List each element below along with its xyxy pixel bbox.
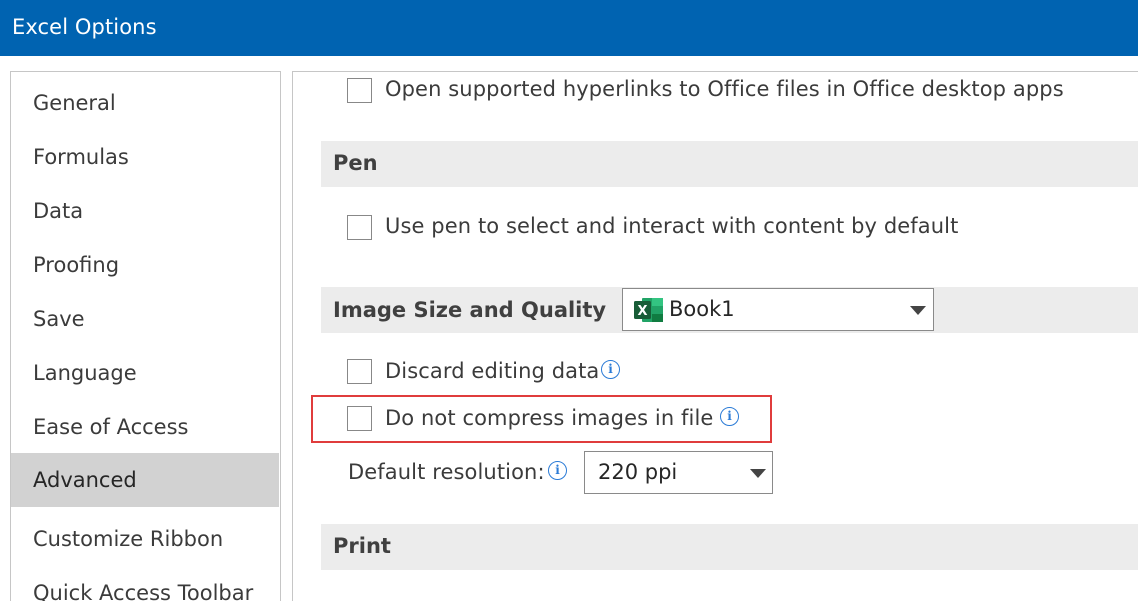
hyperlinks-option-label: Open supported hyperlinks to Office file… <box>385 77 1064 101</box>
sidebar-item-language[interactable]: Language <box>11 346 279 400</box>
window-title: Excel Options <box>12 15 157 39</box>
print-section-header: Print <box>321 524 1138 570</box>
sidebar-item-data[interactable]: Data <box>11 184 279 238</box>
pen-checkbox[interactable] <box>347 215 372 240</box>
sidebar-item-customize-ribbon[interactable]: Customize Ribbon <box>11 512 279 566</box>
info-icon[interactable]: i <box>601 360 620 379</box>
workbook-dropdown[interactable]: X Book1 <box>622 288 934 331</box>
sidebar-item-advanced[interactable]: Advanced <box>11 453 279 507</box>
title-bar: Excel Options <box>0 0 1138 56</box>
svg-text:X: X <box>637 304 647 319</box>
image-size-section-header: Image Size and Quality X Book1 <box>321 287 1138 333</box>
pen-section-title: Pen <box>333 151 378 175</box>
options-sidebar: General Formulas Data Proofing Save Lang… <box>10 71 281 601</box>
sidebar-item-proofing[interactable]: Proofing <box>11 238 279 292</box>
chevron-down-icon <box>750 469 766 478</box>
info-icon[interactable]: i <box>720 407 739 426</box>
print-section-title: Print <box>333 534 391 558</box>
sidebar-item-ease-of-access[interactable]: Ease of Access <box>11 400 279 454</box>
default-resolution-label: Default resolution: <box>348 460 545 484</box>
advanced-options-panel: Open supported hyperlinks to Office file… <box>292 71 1138 601</box>
pen-option-label: Use pen to select and interact with cont… <box>385 214 959 238</box>
sidebar-item-general[interactable]: General <box>11 76 279 130</box>
no-compress-label: Do not compress images in file <box>385 406 714 430</box>
info-icon[interactable]: i <box>548 461 567 480</box>
no-compress-checkbox[interactable] <box>347 406 372 431</box>
resolution-dropdown[interactable]: 220 ppi <box>584 451 773 494</box>
pen-section-header: Pen <box>321 141 1138 187</box>
sidebar-item-quick-access-toolbar[interactable]: Quick Access Toolbar <box>11 566 279 601</box>
workbook-dropdown-value: Book1 <box>669 297 735 321</box>
image-size-section-title: Image Size and Quality <box>333 298 607 322</box>
resolution-dropdown-value: 220 ppi <box>598 460 678 484</box>
chevron-down-icon <box>910 306 926 315</box>
discard-editing-label: Discard editing data <box>385 359 600 383</box>
discard-editing-checkbox[interactable] <box>347 359 372 384</box>
excel-file-icon: X <box>634 298 663 322</box>
sidebar-item-save[interactable]: Save <box>11 292 279 346</box>
hyperlinks-checkbox[interactable] <box>347 78 372 103</box>
sidebar-item-formulas[interactable]: Formulas <box>11 130 279 184</box>
